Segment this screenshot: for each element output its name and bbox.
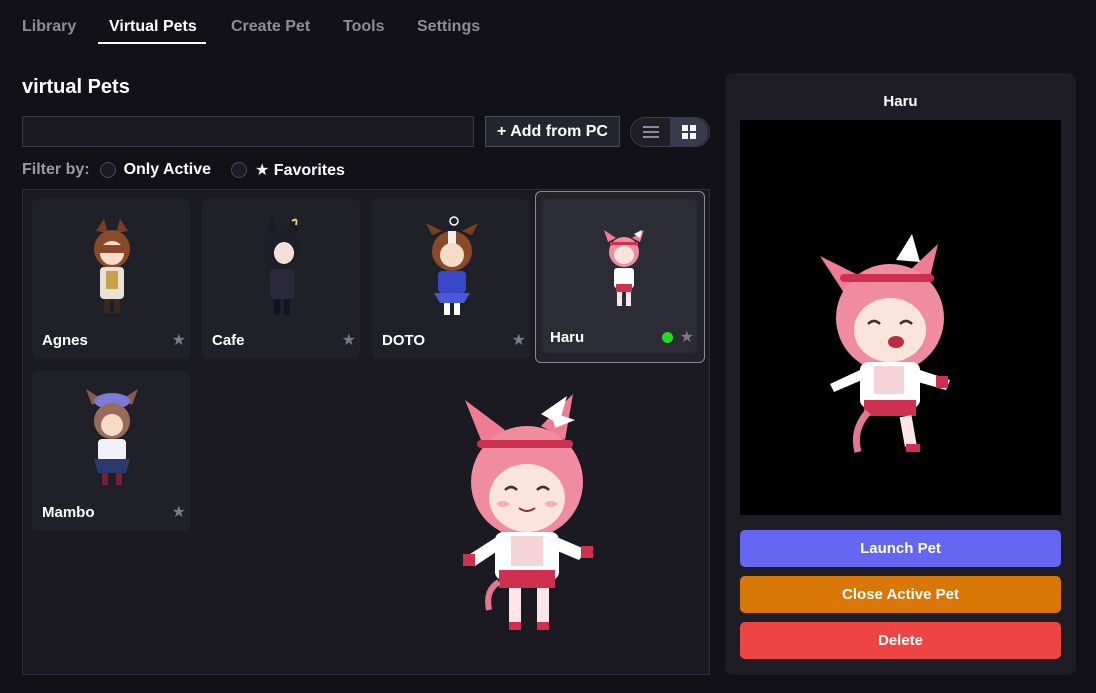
doto-sprite: [426, 216, 478, 315]
tab-create-pet[interactable]: Create Pet: [231, 18, 310, 36]
launch-pet-button[interactable]: Launch Pet: [740, 530, 1061, 567]
cafe-sprite: [264, 217, 300, 315]
pet-name: Mambo: [42, 504, 95, 521]
tab-virtual-pets[interactable]: Virtual Pets: [109, 18, 197, 36]
delete-button[interactable]: Delete: [740, 622, 1061, 659]
favorites-radio[interactable]: [231, 162, 247, 178]
view-toggle: [630, 117, 710, 147]
pet-card-haru[interactable]: Haru ★: [535, 191, 705, 363]
mambo-sprite: [86, 389, 138, 485]
haru-preview-image: [820, 234, 950, 453]
star-icon[interactable]: ★: [172, 502, 186, 522]
pet-card-cafe[interactable]: Cafe ★: [202, 199, 360, 359]
grid-view-button[interactable]: [670, 118, 708, 146]
tab-tools[interactable]: Tools: [343, 18, 384, 36]
haru-sprite: [604, 230, 644, 306]
agnes-sprite: [94, 219, 130, 313]
search-input[interactable]: [22, 116, 474, 147]
star-icon[interactable]: ★: [512, 330, 526, 350]
filter-label: Filter by:: [22, 161, 90, 178]
pet-detail-panel: Haru Launch Pet Close Active Pet Delete: [725, 73, 1076, 675]
grid-icon: [682, 125, 696, 139]
pet-card-agnes[interactable]: Agnes ★: [32, 199, 190, 359]
favorites-label: ★ Favorites: [255, 162, 345, 179]
close-active-pet-button[interactable]: Close Active Pet: [740, 576, 1061, 613]
selected-pet-name: Haru: [883, 93, 918, 110]
pet-name: Haru: [550, 329, 585, 346]
star-icon[interactable]: ★: [342, 330, 356, 350]
favorites-filter[interactable]: ★ Favorites: [231, 160, 345, 180]
pet-grid: Agnes ★ Cafe ★ DOTO ★ Haru ★ Mambo ★: [22, 189, 710, 675]
active-status-dot: [662, 332, 673, 343]
star-icon[interactable]: ★: [172, 330, 186, 350]
tab-bar: Library Virtual Pets Create Pet Tools Se…: [0, 0, 720, 48]
filter-row: Filter by: Only Active ★ Favorites: [22, 160, 345, 180]
pet-name: Agnes: [42, 332, 88, 349]
active-tab-indicator: [98, 42, 206, 44]
floating-pet-haru[interactable]: [455, 390, 605, 640]
only-active-label: Only Active: [123, 161, 211, 178]
only-active-radio[interactable]: [99, 162, 116, 178]
pet-name: Cafe: [212, 332, 245, 349]
add-from-pc-button[interactable]: + Add from PC: [485, 116, 620, 147]
list-icon: [643, 126, 659, 138]
pet-card-doto[interactable]: DOTO ★: [372, 199, 530, 359]
pet-name: DOTO: [382, 332, 426, 349]
list-view-button[interactable]: [632, 118, 670, 146]
tab-library[interactable]: Library: [22, 18, 76, 36]
tab-settings[interactable]: Settings: [417, 18, 480, 36]
page-title: virtual Pets: [22, 76, 130, 98]
pet-preview: [740, 120, 1061, 515]
only-active-filter[interactable]: Only Active: [99, 161, 211, 179]
pet-card-mambo[interactable]: Mambo ★: [32, 371, 190, 531]
star-icon[interactable]: ★: [680, 327, 694, 347]
